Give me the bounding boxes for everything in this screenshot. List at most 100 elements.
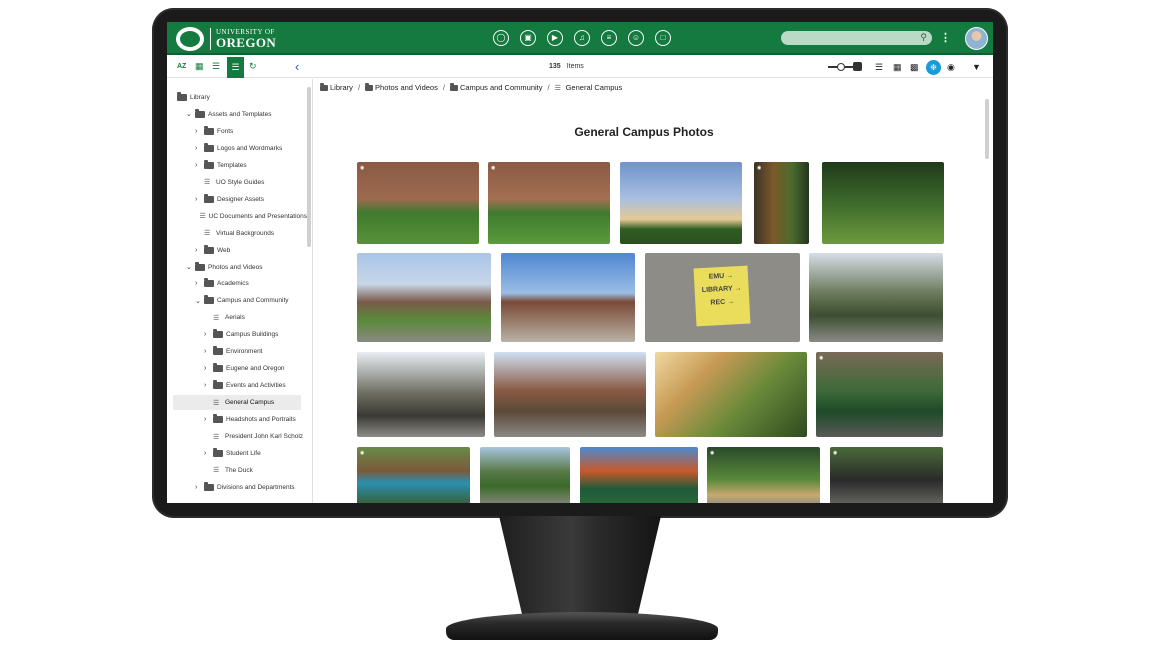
preview-eye-icon[interactable]: ◉ — [757, 165, 761, 171]
photo-brick-street-trees[interactable] — [494, 352, 646, 437]
photo-oak-tree-lawn[interactable] — [822, 162, 944, 244]
sidebar-item-fonts[interactable]: › Fonts — [167, 124, 307, 139]
chevron-right-icon[interactable]: › — [195, 484, 204, 491]
photo-brick-building-plaza[interactable] — [501, 253, 635, 342]
document-icon[interactable]: ≡ — [601, 30, 617, 46]
sidebar-item-templates[interactable]: › Templates — [167, 158, 307, 173]
sidebar-item-uc-documents-and-presentations[interactable]: ☰ UC Documents and Presentations — [167, 209, 307, 224]
sidebar-item-uo-style-guides[interactable]: ☰ UO Style Guides — [167, 175, 307, 190]
photo-tree-lined-street[interactable] — [809, 253, 943, 342]
preview-eye-icon[interactable]: ◉ — [360, 165, 364, 171]
sidebar-item-aerials[interactable]: ☰ Aerials — [167, 310, 307, 325]
all-assets-icon[interactable]: ◯ — [493, 30, 509, 46]
sidebar-item-campus-and-community[interactable]: ⌄ Campus and Community — [167, 293, 307, 308]
breadcrumb-campus-and-community[interactable]: Campus and Community — [449, 82, 543, 92]
music-icon[interactable]: ♫ — [574, 30, 590, 46]
database-icon[interactable]: ☰ — [212, 61, 220, 72]
list-view-icon[interactable]: ☰ — [875, 62, 883, 73]
sidebar-item-campus-buildings[interactable]: › Campus Buildings — [167, 327, 307, 342]
chevron-right-icon[interactable]: › — [204, 450, 213, 457]
breadcrumb-photos-and-videos[interactable]: Photos and Videos — [365, 82, 438, 92]
photo-sunset-sky-field[interactable] — [620, 162, 742, 244]
chevron-right-icon[interactable]: › — [195, 247, 204, 254]
toolbar: AZ ▦ ☰ ☰ ↻ ‹ 135 Items ☰ ▦ ▩ ❉ ◉ ▼ — [167, 57, 993, 78]
chevron-right-icon[interactable]: › — [195, 128, 204, 135]
sidebar-item-events-and-activities[interactable]: › Events and Activities — [167, 378, 307, 393]
sort-az-button[interactable]: AZ — [177, 63, 186, 70]
preview-eye-icon[interactable]: ◉ — [819, 355, 823, 361]
sidebar-item-student-life[interactable]: › Student Life — [167, 446, 307, 461]
preview-eye-icon[interactable]: ◉ — [710, 450, 714, 456]
sidebar-item-logos-and-wordmarks[interactable]: › Logos and Wordmarks — [167, 141, 307, 156]
breadcrumb-library[interactable]: Library — [320, 82, 353, 92]
photo-bare-trees-street[interactable] — [357, 352, 485, 437]
sidebar-item-virtual-backgrounds[interactable]: ☰ Virtual Backgrounds — [167, 226, 307, 241]
university-logo[interactable]: UNIVERSITY OF OREGON — [176, 26, 276, 52]
photo-brick-dorm-path-2[interactable]: ◉ — [488, 162, 610, 244]
search-icon[interactable]: ⚲ — [920, 32, 927, 43]
chevron-right-icon[interactable]: › — [195, 145, 204, 152]
play-icon[interactable]: ▶ — [547, 30, 563, 46]
photo-campus-walkway[interactable] — [357, 253, 491, 342]
chevron-right-icon[interactable]: › — [195, 162, 204, 169]
photo-bicycles[interactable]: ◉ — [830, 447, 943, 503]
stack-icon: ☰ — [213, 314, 220, 322]
photo-autumn-tree[interactable]: ◉ — [754, 162, 809, 244]
sidebar-item-eugene-and-oregon[interactable]: › Eugene and Oregon — [167, 361, 307, 376]
user-avatar[interactable] — [965, 27, 988, 50]
sidebar-item-general-campus[interactable]: ☰ General Campus — [173, 395, 301, 411]
chevron-down-icon[interactable]: ⌄ — [186, 263, 195, 271]
sidebar-item-designer-assets[interactable]: › Designer Assets — [167, 192, 307, 207]
breadcrumb-general-campus[interactable]: ☰ General Campus — [555, 83, 623, 92]
search-input[interactable]: ⚲ — [781, 31, 932, 45]
filter-icon[interactable]: ▼ — [972, 62, 981, 72]
preview-eye-icon[interactable]: ◉ — [491, 165, 495, 171]
chevron-right-icon[interactable]: › — [204, 348, 213, 355]
preview-eye-icon[interactable]: ◉ — [360, 450, 364, 456]
sidebar-item-academics[interactable]: › Academics — [167, 276, 307, 291]
photo-emu-library-sign[interactable]: EMU → LIBRARY → REC → — [645, 253, 800, 342]
photo-hammocks[interactable]: ◉ — [357, 447, 470, 503]
image-icon[interactable]: ▣ — [520, 30, 536, 46]
chat-icon[interactable]: ☺ — [628, 30, 644, 46]
sidebar-item-web[interactable]: › Web — [167, 243, 307, 258]
sidebar-scrollbar[interactable] — [307, 87, 311, 247]
more-menu-icon[interactable]: ⋮ — [940, 31, 951, 44]
photo-green-lawn-path[interactable]: ◉ — [707, 447, 820, 503]
photo-sunlit-plants[interactable] — [655, 352, 807, 437]
oregon-o-icon — [176, 27, 204, 51]
file-icon[interactable]: □ — [655, 30, 671, 46]
chevron-right-icon[interactable]: › — [204, 382, 213, 389]
folder-icon — [204, 159, 214, 169]
chevron-right-icon[interactable]: › — [195, 280, 204, 287]
chevron-down-icon[interactable]: ⌄ — [186, 110, 195, 118]
chevron-right-icon[interactable]: › — [204, 331, 213, 338]
folder-view-button[interactable]: ☰ — [227, 57, 244, 78]
chevron-down-icon[interactable]: ⌄ — [195, 297, 204, 305]
photo-campus-map-sign[interactable] — [580, 447, 698, 503]
sidebar-item-photos-and-videos[interactable]: ⌄ Photos and Videos — [167, 260, 307, 275]
thumbnail-size-slider[interactable] — [828, 62, 862, 71]
sidebar-item-headshots-and-portraits[interactable]: › Headshots and Portraits — [167, 412, 307, 427]
tile-view-icon[interactable]: ▩ — [910, 62, 919, 73]
collapse-sidebar-icon[interactable]: ‹ — [295, 59, 299, 74]
photo-brick-dorm-path-1[interactable]: ◉ — [357, 162, 479, 244]
masonry-view-icon[interactable]: ❉ — [926, 60, 941, 75]
calendar-icon[interactable]: ▦ — [195, 61, 204, 72]
sidebar-item-library[interactable]: Library — [167, 90, 307, 105]
grid-view-icon[interactable]: ▦ — [893, 62, 902, 73]
chevron-right-icon[interactable]: › — [204, 416, 213, 423]
photo-duck-mascot[interactable]: ◉ — [816, 352, 943, 437]
map-pin-icon[interactable]: ◉ — [947, 62, 955, 73]
chevron-right-icon[interactable]: › — [204, 365, 213, 372]
photo-student-walking[interactable] — [480, 447, 570, 503]
preview-eye-icon[interactable]: ◉ — [833, 450, 837, 456]
chevron-right-icon[interactable]: › — [195, 196, 204, 203]
sidebar-item-president-john-karl-scholz[interactable]: ☰ President John Karl Scholz — [167, 429, 307, 444]
main-scrollbar[interactable] — [985, 99, 989, 159]
sidebar-item-divisions-and-departments[interactable]: › Divisions and Departments — [167, 480, 307, 495]
sidebar-item-the-duck[interactable]: ☰ The Duck — [167, 463, 307, 478]
history-icon[interactable]: ↻ — [249, 61, 257, 72]
sidebar-item-assets-and-templates[interactable]: ⌄ Assets and Templates — [167, 107, 307, 122]
sidebar-item-environment[interactable]: › Environment — [167, 344, 307, 359]
